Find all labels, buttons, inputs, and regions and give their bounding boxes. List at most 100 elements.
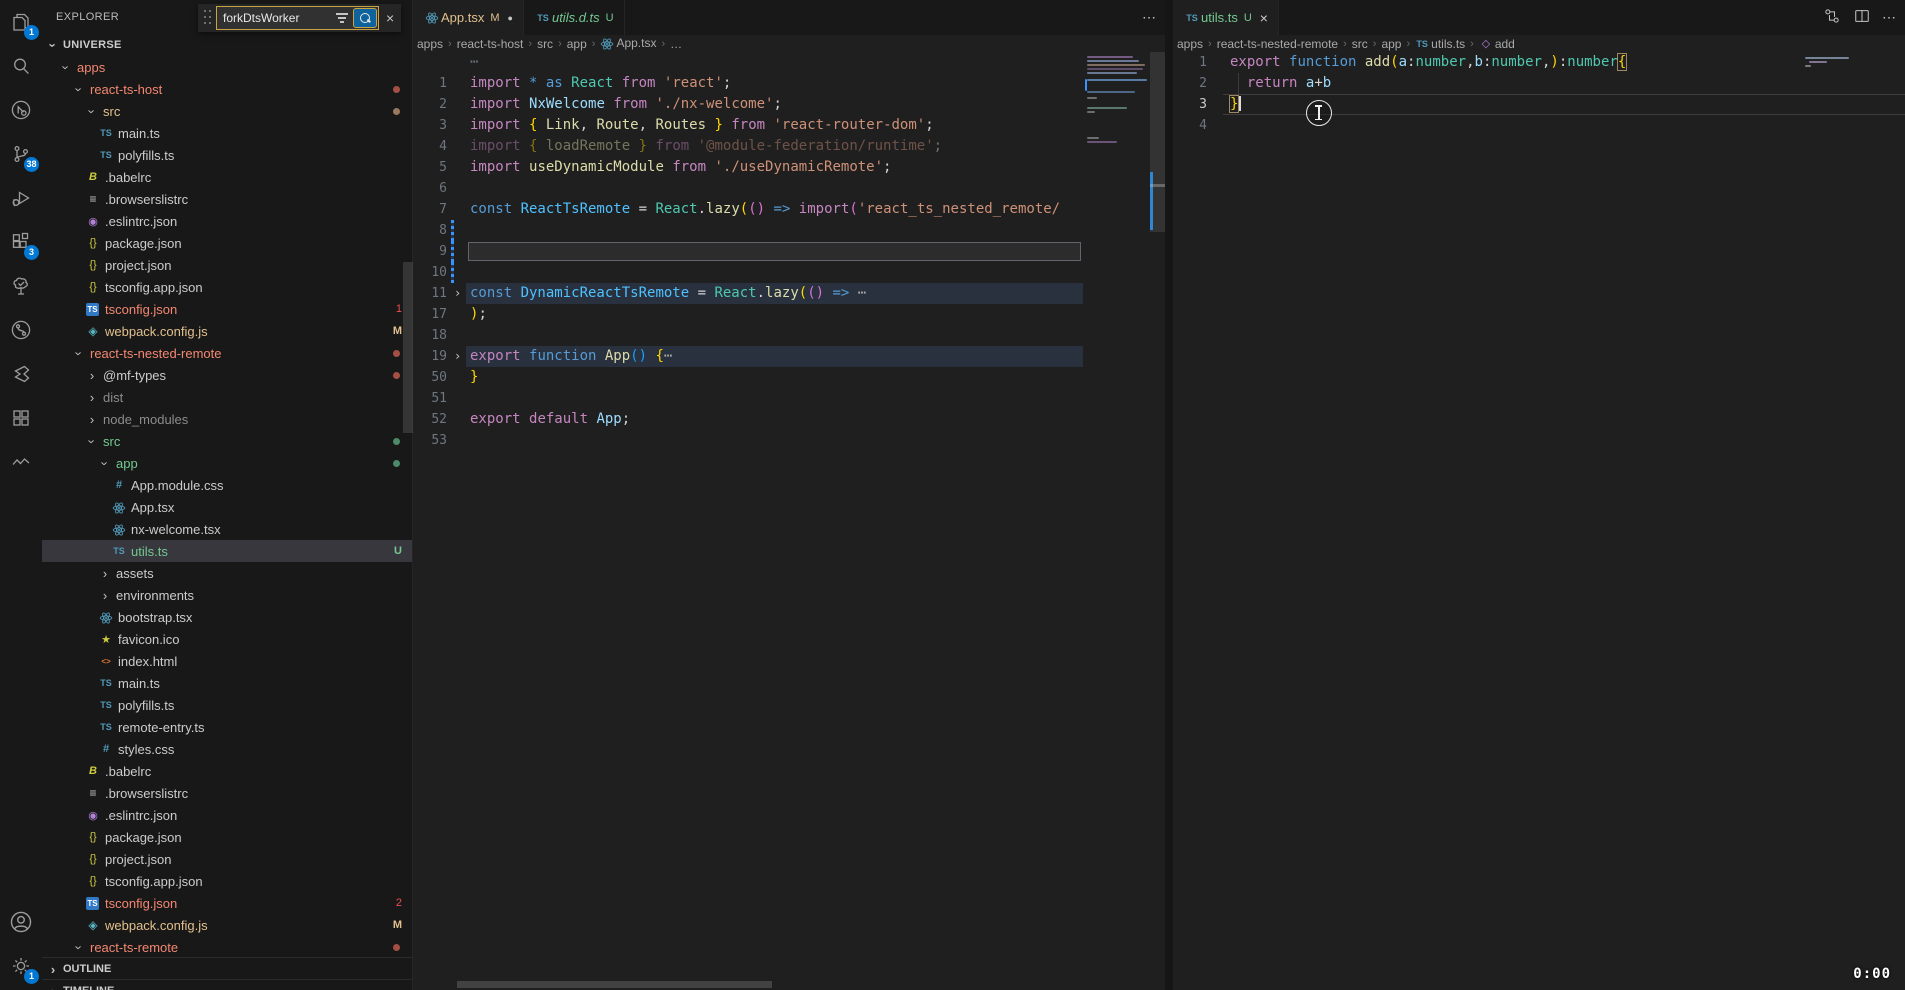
open-changes-icon[interactable] [1822, 6, 1842, 29]
sidebar-scrollbar[interactable] [403, 262, 413, 433]
tree-item-favicon-ico[interactable]: ★favicon.ico [42, 628, 412, 650]
fold-chevron-icon[interactable]: › [454, 346, 461, 367]
code-line[interactable]: 18 [413, 325, 1165, 346]
tree-item--babelrc[interactable]: B.babelrc [42, 760, 412, 782]
minimap[interactable] [1085, 52, 1148, 352]
code-editor-utils-ts[interactable]: 1export function add(a:number,b:number,)… [1173, 52, 1905, 990]
tree-item-react-ts-nested-remote[interactable]: ›react-ts-nested-remote [42, 342, 412, 364]
workspace-section-header[interactable]: › UNIVERSE [42, 34, 412, 56]
tab-app-tsx[interactable]: App.tsx M ● [413, 0, 524, 35]
activity-explorer-icon[interactable]: 1 [0, 0, 42, 44]
tree-item-main-ts[interactable]: TSmain.ts [42, 122, 412, 144]
tree-item-webpack-config-js[interactable]: ◈webpack.config.jsM [42, 320, 412, 342]
activity-grid-icon[interactable] [0, 396, 42, 440]
breadcrumb-item[interactable]: src [537, 37, 553, 51]
tree-item-apps[interactable]: ›apps [42, 56, 412, 78]
code-line[interactable]: 6 [413, 178, 1165, 199]
activity-source-control-icon[interactable]: 38 [0, 132, 42, 176]
editor-group-sash[interactable] [1165, 0, 1173, 990]
tree-item-styles-css[interactable]: #styles.css [42, 738, 412, 760]
tree-item-nx-welcome-tsx[interactable]: nx-welcome.tsx [42, 518, 412, 540]
tree-item-tsconfig-json[interactable]: TStsconfig.json2 [42, 892, 412, 914]
tree-item-react-ts-remote[interactable]: ›react-ts-remote [42, 936, 412, 958]
activity-search-icon[interactable] [0, 44, 42, 88]
tree-item--eslintrc-json[interactable]: ◉.eslintrc.json [42, 804, 412, 826]
activity-account-icon[interactable] [0, 900, 42, 944]
code-line[interactable]: 19›export function App() {⋯ [413, 346, 1165, 367]
breadcrumb-item[interactable]: … [670, 37, 682, 51]
code-line[interactable]: 53 [413, 430, 1165, 451]
tree-item-src[interactable]: ›src [42, 430, 412, 452]
breadcrumb-item[interactable]: src [1352, 37, 1368, 51]
fuzzy-search-toggle[interactable] [353, 8, 377, 28]
tree-item-app-tsx[interactable]: App.tsx [42, 496, 412, 518]
breadcrumb-item[interactable]: app [567, 37, 587, 51]
tree-item-tsconfig-app-json[interactable]: {}tsconfig.app.json [42, 870, 412, 892]
tab-utils-ts[interactable]: TS utils.ts U × [1173, 0, 1279, 35]
activity-custom-extension-icon[interactable] [0, 352, 42, 396]
code-line[interactable]: 4import { loadRemote } from '@module-fed… [413, 136, 1165, 157]
drag-grip-icon[interactable] [204, 10, 212, 26]
more-actions-icon[interactable]: ⋯ [1142, 9, 1157, 26]
tree-item--mf-types[interactable]: ›@mf-types [42, 364, 412, 386]
tree-item--eslintrc-json[interactable]: ◉.eslintrc.json [42, 210, 412, 232]
tree-item--babelrc[interactable]: B.babelrc [42, 166, 412, 188]
tab-utils-d-ts[interactable]: TS utils.d.ts U [524, 0, 625, 35]
code-line[interactable]: 51 [413, 388, 1165, 409]
editor-scrollbar[interactable] [1150, 52, 1165, 990]
tree-item-dist[interactable]: ›dist [42, 386, 412, 408]
split-editor-icon[interactable] [1852, 6, 1872, 29]
code-line[interactable]: 1export function add(a:number,b:number,)… [1173, 52, 1905, 73]
code-line[interactable]: 3} [1173, 94, 1905, 115]
activity-nx-console-icon[interactable] [0, 88, 42, 132]
code-line[interactable]: ⋯ [413, 52, 1165, 73]
tree-item-utils-ts[interactable]: TSutils.tsU [42, 540, 412, 562]
tree-item-assets[interactable]: ›assets [42, 562, 412, 584]
code-line[interactable]: 5import useDynamicModule from './useDyna… [413, 157, 1165, 178]
tree-item-node-modules[interactable]: ›node_modules [42, 408, 412, 430]
breadcrumb-item[interactable]: TSutils.ts [1415, 37, 1465, 51]
tree-item-package-json[interactable]: {}package.json [42, 826, 412, 848]
close-icon[interactable]: × [386, 10, 394, 26]
breadcrumb-item[interactable]: apps [417, 37, 443, 51]
code-line[interactable]: 1import * as React from 'react'; [413, 73, 1165, 94]
code-line[interactable]: 2import NxWelcome from './nx-welcome'; [413, 94, 1165, 115]
tree-item-project-json[interactable]: {}project.json [42, 848, 412, 870]
tree-item-bootstrap-tsx[interactable]: bootstrap.tsx [42, 606, 412, 628]
tree-item-react-ts-host[interactable]: ›react-ts-host [42, 78, 412, 100]
code-editor-app-tsx[interactable]: ⋯1import * as React from 'react';2import… [413, 52, 1165, 990]
tree-item-app-module-css[interactable]: #App.module.css [42, 474, 412, 496]
code-line[interactable]: 10 [413, 262, 1165, 283]
code-line[interactable]: 50} [413, 367, 1165, 388]
breadcrumb-item[interactable]: App.tsx [600, 36, 656, 51]
code-line[interactable]: 11›const DynamicReactTsRemote = React.la… [413, 283, 1165, 304]
tree-item--browserslistrc[interactable]: ≡.browserslistrc [42, 782, 412, 804]
code-line[interactable]: 3import { Link, Route, Routes } from 're… [413, 115, 1165, 136]
activity-bonsai-tree-icon[interactable] [0, 264, 42, 308]
tree-find-input[interactable]: forkDtsWorker [216, 6, 379, 30]
tree-item-app[interactable]: ›app [42, 452, 412, 474]
code-line[interactable]: 52export default App; [413, 409, 1165, 430]
close-icon[interactable]: × [1260, 10, 1268, 26]
fold-chevron-icon[interactable]: › [454, 283, 461, 304]
tree-item-project-json[interactable]: {}project.json [42, 254, 412, 276]
unsaved-dot-icon[interactable]: ● [508, 13, 513, 23]
tree-item-index-html[interactable]: <>index.html [42, 650, 412, 672]
code-line[interactable]: 8 [413, 220, 1165, 241]
activity-pulse-icon[interactable] [0, 440, 42, 484]
code-line[interactable]: 17); [413, 304, 1165, 325]
tree-item-polyfills-ts[interactable]: TSpolyfills.ts [42, 144, 412, 166]
breadcrumb-item[interactable]: apps [1177, 37, 1203, 51]
tree-item-remote-entry-ts[interactable]: TSremote-entry.ts [42, 716, 412, 738]
tree-item-src[interactable]: ›src [42, 100, 412, 122]
tree-item-webpack-config-js[interactable]: ◈webpack.config.jsM [42, 914, 412, 936]
breadcrumb-item[interactable]: app [1381, 37, 1401, 51]
timeline-section-header[interactable]: › TIMELINE [42, 979, 412, 990]
tree-item-package-json[interactable]: {}package.json [42, 232, 412, 254]
activity-extensions-icon[interactable]: 3 [0, 220, 42, 264]
code-line[interactable]: 7const ReactTsRemote = React.lazy(() => … [413, 199, 1165, 220]
tree-item-tsconfig-app-json[interactable]: {}tsconfig.app.json [42, 276, 412, 298]
tree-item-environments[interactable]: ›environments [42, 584, 412, 606]
outline-section-header[interactable]: › OUTLINE [42, 957, 412, 980]
breadcrumb-item[interactable]: ◇add [1479, 37, 1515, 51]
